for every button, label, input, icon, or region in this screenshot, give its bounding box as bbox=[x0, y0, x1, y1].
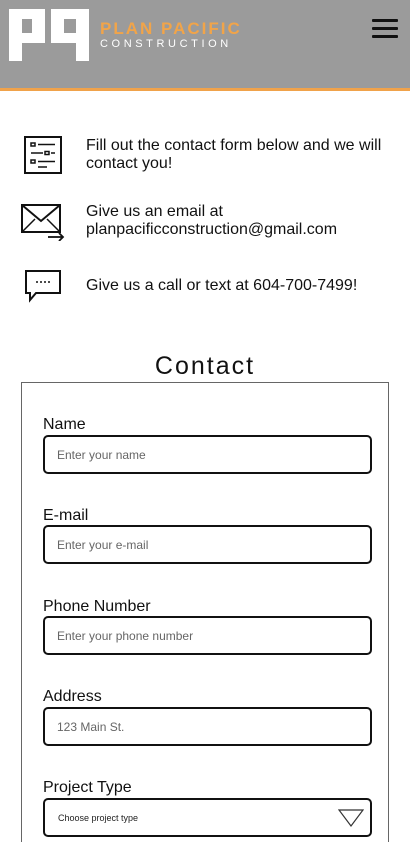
name-label: Name bbox=[43, 416, 86, 433]
logo-subtitle: CONSTRUCTION bbox=[100, 38, 232, 50]
phone-field[interactable] bbox=[43, 616, 372, 655]
form-list-icon bbox=[20, 132, 66, 178]
project-type-label: Project Type bbox=[43, 779, 132, 796]
chat-bubble-icon bbox=[20, 263, 66, 309]
address-label: Address bbox=[43, 688, 102, 705]
address-field[interactable] bbox=[43, 707, 372, 746]
logo-mark-icon bbox=[9, 9, 89, 61]
logo[interactable]: PLAN PACIFIC CONSTRUCTION bbox=[9, 9, 242, 61]
info-row-form: Fill out the contact form below and we w… bbox=[20, 132, 400, 178]
email-forward-icon bbox=[20, 198, 66, 244]
info-row-email: Give us an email at planpacificconstruct… bbox=[20, 198, 400, 244]
email-label: E-mail bbox=[43, 507, 89, 524]
info-row-phone: Give us a call or text at 604-700-7499! bbox=[20, 263, 400, 309]
logo-text: PLAN PACIFIC CONSTRUCTION bbox=[100, 19, 242, 51]
name-field[interactable] bbox=[43, 435, 372, 474]
info-text-phone[interactable]: Give us a call or text at 604-700-7499! bbox=[86, 277, 357, 295]
hamburger-menu-icon[interactable] bbox=[372, 19, 398, 39]
phone-label: Phone Number bbox=[43, 598, 151, 615]
project-type-selected: Choose project type bbox=[58, 813, 139, 823]
dropdown-triangle-icon bbox=[338, 809, 364, 827]
project-type-select[interactable]: Choose project type bbox=[43, 798, 372, 837]
info-text-email[interactable]: Give us an email at planpacificconstruct… bbox=[86, 203, 400, 239]
logo-name: PLAN PACIFIC bbox=[100, 19, 242, 38]
email-field[interactable] bbox=[43, 525, 372, 564]
info-text-form: Fill out the contact form below and we w… bbox=[86, 137, 382, 172]
contact-title: Contact bbox=[154, 352, 256, 380]
site-header: PLAN PACIFIC CONSTRUCTION bbox=[0, 0, 410, 91]
